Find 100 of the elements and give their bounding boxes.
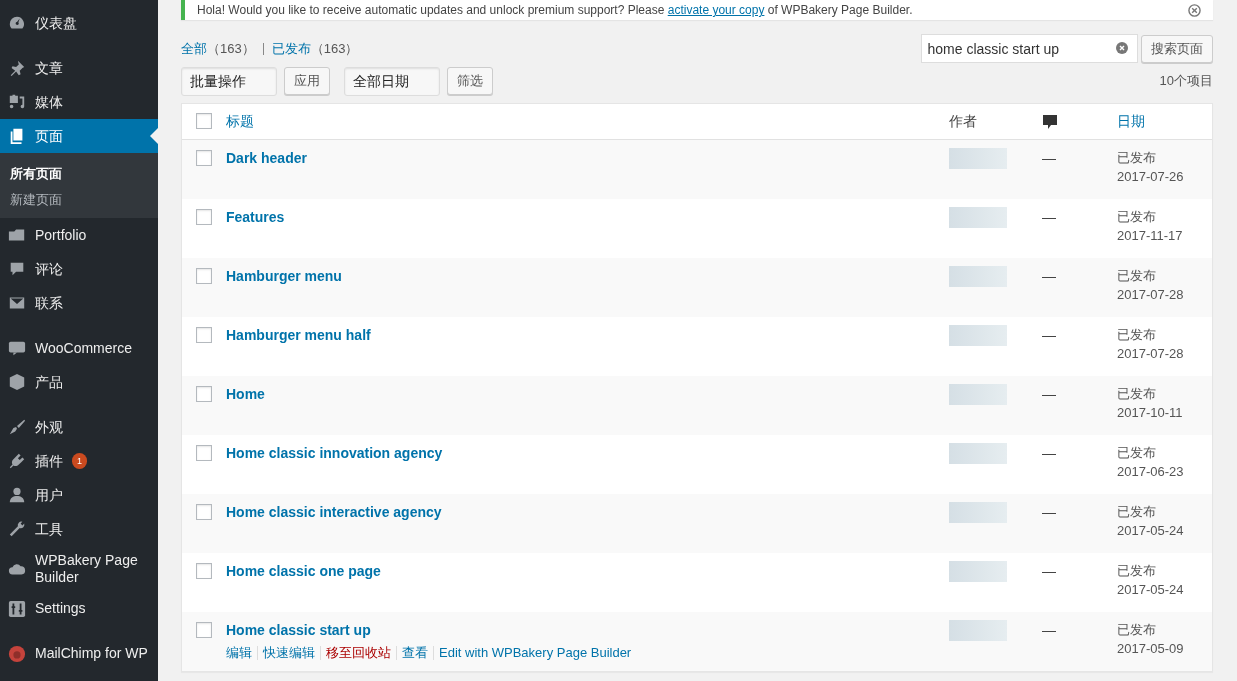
sidebar-menu-item[interactable]: 仪表盘 bbox=[0, 6, 158, 40]
comment-count: — bbox=[1042, 208, 1056, 225]
submenu-item[interactable]: 新建页面 bbox=[0, 186, 158, 212]
blurred-author bbox=[949, 442, 1007, 464]
apply-button[interactable]: 应用 bbox=[284, 67, 330, 95]
blurred-author bbox=[949, 265, 1007, 287]
post-status: 已发布 bbox=[1117, 443, 1157, 462]
blurred-author bbox=[949, 619, 1007, 641]
sidebar-menu-item[interactable]: WooCommerce bbox=[0, 331, 158, 365]
item-count: 10个项目 bbox=[1159, 72, 1213, 91]
page-title-link[interactable]: Hamburger menu half bbox=[226, 326, 371, 343]
comment-count: — bbox=[1042, 503, 1056, 520]
row-action-link[interactable]: 快速编辑 bbox=[257, 645, 320, 660]
page-title-link[interactable]: Home classic innovation agency bbox=[226, 444, 443, 461]
select-all-checkbox[interactable] bbox=[196, 113, 212, 129]
post-status: 已发布 bbox=[1117, 561, 1157, 580]
post-status: 已发布 bbox=[1117, 620, 1157, 639]
row-action-link[interactable]: 编辑 bbox=[226, 645, 257, 660]
sidebar-menu-item[interactable]: 页面 bbox=[0, 119, 158, 153]
sidebar-menu-item[interactable]: 文章 bbox=[0, 51, 158, 85]
row-checkbox[interactable] bbox=[196, 385, 212, 402]
row-action-link[interactable]: 移至回收站 bbox=[320, 645, 396, 660]
activate-link[interactable]: activate your copy bbox=[667, 3, 765, 17]
comment-count: — bbox=[1042, 267, 1056, 284]
row-checkbox[interactable] bbox=[196, 267, 212, 284]
search-field[interactable]: home classic start up bbox=[920, 34, 1138, 63]
status-count: （163） bbox=[207, 39, 255, 58]
comment-count: — bbox=[1042, 385, 1056, 402]
post-status: 已发布 bbox=[1117, 148, 1157, 167]
comment-count: — bbox=[1042, 326, 1056, 343]
author-column-header: 作者 bbox=[949, 112, 977, 129]
sidebar-menu-item[interactable]: 外观 bbox=[0, 410, 158, 444]
submenu-item[interactable]: 所有页面 bbox=[0, 161, 158, 187]
post-date: 2017-10-11 bbox=[1117, 403, 1184, 422]
row-checkbox[interactable] bbox=[196, 208, 212, 225]
clear-icon[interactable] bbox=[1115, 42, 1128, 54]
title-column-header[interactable]: 标题 bbox=[226, 112, 254, 129]
sidebar-menu-item[interactable]: 联系 bbox=[0, 286, 158, 320]
row-checkbox[interactable] bbox=[196, 149, 212, 166]
blurred-author bbox=[949, 147, 1007, 169]
post-date: 2017-06-23 bbox=[1117, 462, 1185, 481]
blurred-author bbox=[949, 383, 1007, 405]
search-button[interactable]: 搜索页面 bbox=[1141, 34, 1213, 63]
row-checkbox[interactable] bbox=[196, 503, 212, 520]
row-checkbox[interactable] bbox=[196, 621, 212, 638]
sidebar-menu-item[interactable]: 用户 bbox=[0, 478, 158, 512]
comment-count: — bbox=[1042, 149, 1056, 166]
sidebar-menu-item[interactable]: MailChimp for WP bbox=[0, 636, 158, 671]
blurred-author bbox=[949, 324, 1007, 346]
sidebar-menu-item[interactable]: 工具 bbox=[0, 512, 158, 546]
sidebar-menu-item[interactable]: Settings bbox=[0, 591, 158, 626]
circle-logo-icon bbox=[8, 644, 26, 663]
row-checkbox[interactable] bbox=[196, 562, 212, 579]
speech-bubble-icon bbox=[1042, 113, 1058, 130]
sidebar-menu-item[interactable]: 媒体 bbox=[0, 85, 158, 119]
row-action-link[interactable]: 查看 bbox=[396, 645, 433, 660]
comment-count: — bbox=[1042, 444, 1056, 461]
comment-count: — bbox=[1042, 621, 1056, 638]
page-title-link[interactable]: Home classic start up bbox=[226, 621, 371, 638]
status-count: （163） bbox=[310, 39, 359, 58]
date-filter-select[interactable]: 全部日期 bbox=[344, 66, 440, 96]
sliders-icon bbox=[8, 599, 26, 618]
sidebar-menu-item[interactable]: 评论 bbox=[0, 252, 158, 286]
sidebar-menu-item[interactable]: Portfolio bbox=[0, 218, 158, 252]
person-icon bbox=[8, 486, 26, 504]
page-title-link[interactable]: Features bbox=[226, 208, 285, 225]
row-action-link[interactable]: Edit with WPBakery Page Builder bbox=[433, 645, 637, 660]
blurred-author bbox=[949, 206, 1007, 228]
brush-icon bbox=[8, 418, 26, 436]
row-checkbox[interactable] bbox=[196, 326, 212, 343]
post-date: 2017-05-24 bbox=[1117, 580, 1185, 599]
dismiss-icon[interactable] bbox=[1188, 3, 1201, 17]
pin-icon bbox=[8, 59, 26, 77]
post-date: 2017-11-17 bbox=[1117, 226, 1184, 245]
wrench-icon bbox=[8, 520, 26, 538]
status-filter-link[interactable]: 已发布 bbox=[271, 38, 311, 59]
post-status: 已发布 bbox=[1117, 207, 1157, 226]
date-column-header[interactable]: 日期 bbox=[1117, 112, 1145, 129]
page-title-link[interactable]: Home bbox=[226, 385, 265, 402]
blurred-author bbox=[949, 501, 1007, 523]
page-title-link[interactable]: Home classic one page bbox=[226, 562, 381, 579]
post-status: 已发布 bbox=[1117, 266, 1157, 285]
blurred-author bbox=[949, 560, 1007, 582]
page-title-link[interactable]: Dark header bbox=[226, 149, 307, 166]
post-date: 2017-07-28 bbox=[1117, 285, 1185, 304]
bulk-action-select[interactable]: 批量操作 bbox=[181, 66, 277, 96]
post-date: 2017-05-24 bbox=[1117, 521, 1185, 540]
post-date: 2017-07-26 bbox=[1117, 167, 1185, 186]
row-checkbox[interactable] bbox=[196, 444, 212, 461]
sidebar-menu-item[interactable]: 产品 bbox=[0, 365, 158, 399]
sidebar-menu-item[interactable]: WPBakery Page Builder bbox=[0, 546, 158, 592]
notice-text: Hola! Would you like to receive automatic updates and unlock premium support? Please activate your copy of WPBakery Page Builder. bbox=[197, 2, 913, 19]
status-filter-link[interactable]: 全部 bbox=[181, 38, 207, 59]
page-title-link[interactable]: Home classic interactive agency bbox=[226, 503, 442, 520]
post-date: 2017-07-28 bbox=[1117, 344, 1185, 363]
sidebar-menu-item[interactable]: 插件 1 bbox=[0, 444, 158, 478]
page-title-link[interactable]: Hamburger menu bbox=[226, 267, 342, 284]
post-date: 2017-05-09 bbox=[1117, 639, 1185, 658]
post-status: 已发布 bbox=[1117, 384, 1157, 403]
filter-button[interactable]: 筛选 bbox=[447, 67, 493, 95]
